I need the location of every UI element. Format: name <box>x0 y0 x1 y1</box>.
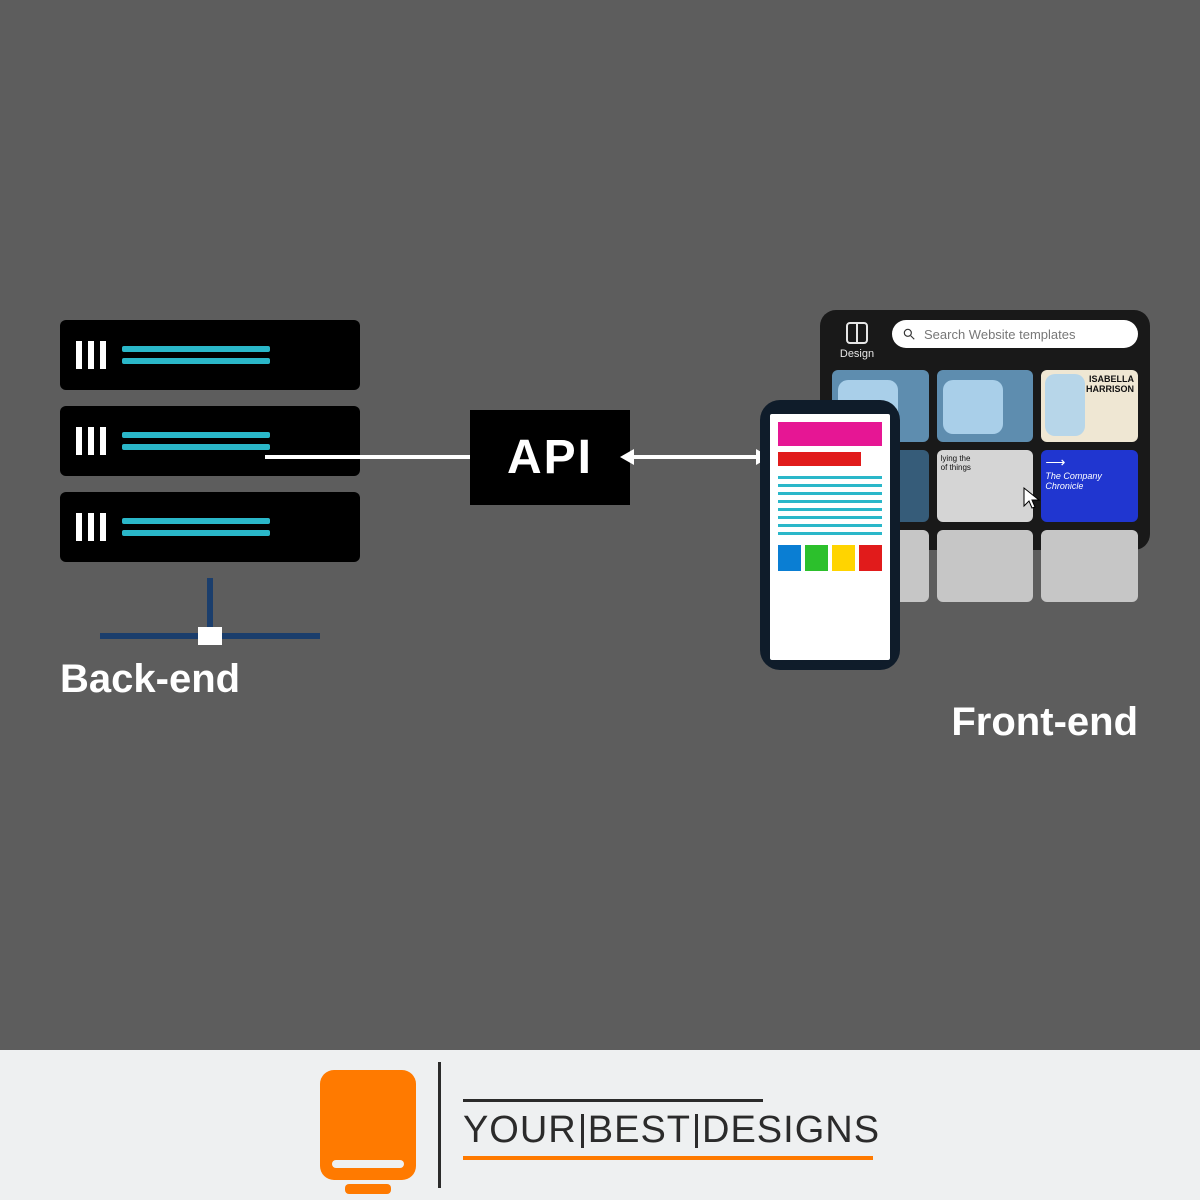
phone-mock <box>760 400 900 670</box>
search-icon <box>902 327 916 341</box>
template-card[interactable]: ⟶The Company Chronicle <box>1041 450 1138 522</box>
template-card[interactable] <box>937 370 1034 442</box>
template-search[interactable]: Search Website templates <box>892 320 1138 348</box>
design-tab-label: Design <box>832 348 882 360</box>
api-box: API <box>470 410 630 505</box>
template-card[interactable] <box>1041 530 1138 602</box>
arrow-backend-to-api <box>265 455 470 459</box>
search-placeholder: Search Website templates <box>924 327 1076 342</box>
backend-label: Back-end <box>60 657 360 702</box>
footer: YOURBESTDESIGNS <box>0 1050 1200 1200</box>
template-card[interactable]: lying theof things <box>937 450 1034 522</box>
server-rack <box>60 492 360 562</box>
backend-block: Back-end <box>60 320 360 702</box>
template-card[interactable] <box>937 530 1034 602</box>
server-rack <box>60 406 360 476</box>
design-tab[interactable]: Design <box>832 320 882 360</box>
arrow-api-to-frontend <box>630 455 760 459</box>
template-card[interactable]: ISABELLA HARRISON <box>1041 370 1138 442</box>
tablet-logo-icon <box>320 1070 416 1180</box>
cursor-icon <box>1022 486 1042 510</box>
server-rack <box>60 320 360 390</box>
frontend-label: Front-end <box>951 700 1138 745</box>
layout-icon <box>846 322 868 344</box>
brand-wordmark: YOURBESTDESIGNS <box>463 1099 880 1152</box>
api-label: API <box>507 430 593 485</box>
